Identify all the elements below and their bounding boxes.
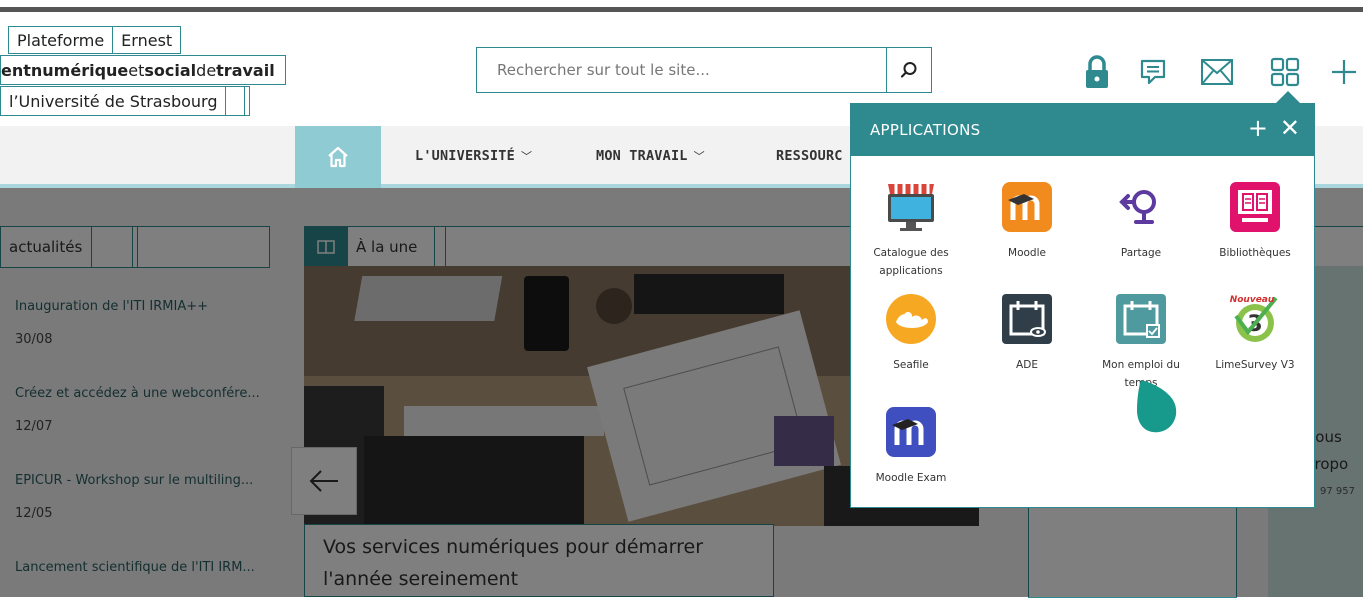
app-tile-ade[interactable]: ADE bbox=[975, 292, 1079, 374]
nav-label: RESSOURC bbox=[776, 148, 843, 164]
chevron-down-icon: ﹀ bbox=[520, 150, 533, 163]
limesurvey-icon: 3 Nouveau bbox=[1230, 295, 1278, 342]
app-label: Partage bbox=[1120, 247, 1162, 259]
brand-university: l’Université de Strasbourg bbox=[1, 87, 227, 115]
nav-item-universite[interactable]: L'UNIVERSITÉ ﹀ bbox=[415, 148, 532, 164]
app-label: ADE bbox=[1016, 359, 1038, 371]
lock-button[interactable] bbox=[1077, 52, 1117, 92]
brand-spacer bbox=[226, 87, 246, 115]
brand-university-row: l’Université de Strasbourg bbox=[0, 86, 251, 116]
app-label: Moodle Exam bbox=[875, 472, 947, 484]
nav-label: L'UNIVERSITÉ bbox=[415, 148, 515, 164]
applications-panel: APPLICATIONS + ✕ Catalogue des applicati… bbox=[850, 103, 1315, 508]
search-button[interactable] bbox=[886, 48, 931, 92]
app-tile-seafile[interactable]: Seafile bbox=[859, 292, 963, 374]
app-label: Seafile bbox=[893, 359, 929, 371]
plus-button[interactable] bbox=[1325, 52, 1363, 92]
app-tile-catalogue[interactable]: Catalogue des applications bbox=[859, 180, 963, 280]
top-border bbox=[0, 7, 1363, 12]
app-tile-bibliotheques[interactable]: Bibliothèques bbox=[1203, 180, 1307, 262]
brand-platform-row: Plateforme Ernest bbox=[8, 26, 182, 54]
app-tile-mon-emploi-du-temps[interactable]: Mon emploi du temps bbox=[1089, 292, 1193, 392]
apps-panel-title: APPLICATIONS bbox=[870, 121, 981, 139]
mail-icon bbox=[1201, 59, 1233, 85]
tagline-mid: et bbox=[128, 60, 145, 80]
app-label: Catalogue des applications bbox=[873, 247, 949, 277]
app-label: Moodle bbox=[1008, 247, 1046, 259]
tagline-bold-2: social bbox=[144, 60, 197, 80]
apps-add-button[interactable]: + bbox=[1248, 116, 1268, 140]
search-icon bbox=[900, 62, 917, 78]
nav-item-mon-travail[interactable]: MON TRAVAIL ﹀ bbox=[596, 148, 705, 164]
tagline-pre: ent bbox=[1, 60, 31, 80]
apps-close-button[interactable]: ✕ bbox=[1280, 116, 1300, 140]
pointer-indicator bbox=[1137, 380, 1177, 433]
apps-grid-icon bbox=[1270, 57, 1300, 87]
ade-icon bbox=[1002, 294, 1052, 344]
app-tile-moodle-exam[interactable]: Moodle Exam bbox=[859, 405, 963, 487]
search-input[interactable] bbox=[477, 48, 886, 92]
seafile-icon bbox=[886, 294, 936, 344]
brand-tagline: ent numérique et social de travail bbox=[1, 56, 285, 84]
bibliotheques-icon bbox=[1230, 182, 1280, 232]
chevron-down-icon: ﹀ bbox=[693, 150, 705, 163]
apps-button[interactable] bbox=[1265, 52, 1305, 92]
nav-home[interactable] bbox=[295, 126, 381, 188]
mail-button[interactable] bbox=[1197, 52, 1237, 92]
app-label: LimeSurvey V3 bbox=[1215, 359, 1295, 371]
limesurvey-badge: Nouveau bbox=[1230, 295, 1275, 305]
app-label: Bibliothèques bbox=[1219, 247, 1291, 259]
nav-item-ressources[interactable]: RESSOURC bbox=[776, 148, 843, 164]
plus-icon bbox=[1332, 60, 1356, 84]
partage-icon bbox=[1119, 190, 1156, 224]
calendar-icon bbox=[1116, 294, 1166, 344]
app-tile-partage[interactable]: Partage bbox=[1089, 180, 1193, 262]
brand-platform: Plateforme bbox=[9, 27, 114, 53]
brand-spacer bbox=[245, 87, 249, 115]
catalogue-icon bbox=[888, 184, 934, 231]
tagline-bold-1: numérique bbox=[30, 60, 129, 80]
apps-panel-header: APPLICATIONS + ✕ bbox=[851, 104, 1314, 156]
chat-button[interactable] bbox=[1133, 52, 1173, 92]
chat-icon bbox=[1140, 59, 1166, 85]
lock-icon bbox=[1086, 55, 1108, 88]
app-tile-limesurvey[interactable]: 3 Nouveau LimeSurvey V3 bbox=[1203, 292, 1307, 374]
moodle-exam-icon bbox=[886, 407, 936, 457]
search-box bbox=[476, 47, 932, 93]
moodle-icon bbox=[1002, 182, 1052, 232]
home-icon bbox=[328, 146, 348, 168]
tagline-mid-2: de bbox=[196, 60, 217, 80]
tagline-bold-3: travail bbox=[216, 60, 275, 80]
brand-tagline-row: ent numérique et social de travail bbox=[0, 55, 286, 85]
brand-name[interactable]: Ernest bbox=[113, 27, 180, 53]
nav-label: MON TRAVAIL bbox=[596, 148, 688, 164]
app-tile-moodle[interactable]: Moodle bbox=[975, 180, 1079, 262]
